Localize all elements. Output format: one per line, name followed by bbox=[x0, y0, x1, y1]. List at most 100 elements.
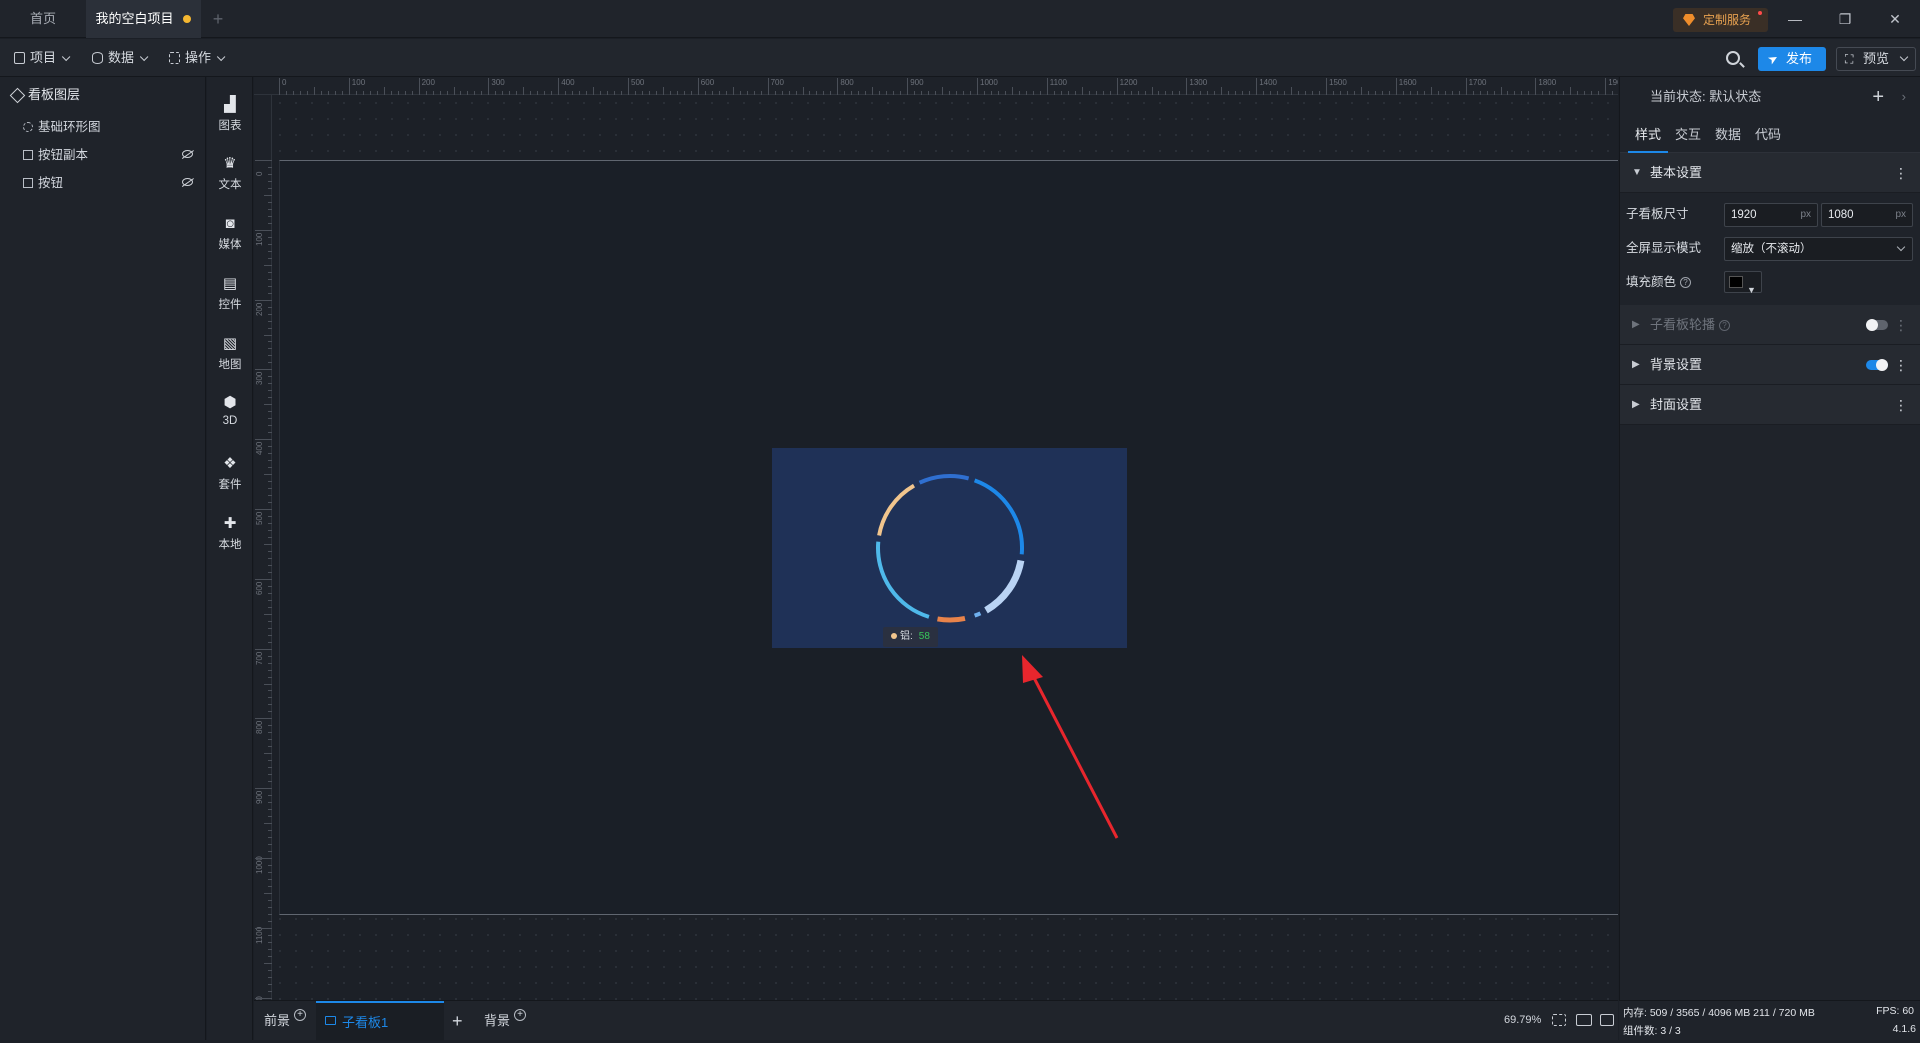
ruler-tick bbox=[1095, 91, 1097, 95]
rail-item-chart[interactable]: ▟ 图表 bbox=[207, 85, 253, 135]
ruler-tick bbox=[935, 91, 937, 95]
add-tab-icon[interactable]: + bbox=[208, 0, 228, 38]
rail-item-control[interactable]: ▤ 控件 bbox=[207, 264, 253, 314]
ruler-tick bbox=[268, 522, 272, 524]
background-toggle[interactable] bbox=[1866, 359, 1888, 371]
zoom-level[interactable]: 69.79% bbox=[1504, 1014, 1541, 1026]
carousel-toggle[interactable] bbox=[1866, 319, 1888, 331]
ring-segment[interactable] bbox=[973, 611, 982, 618]
rail-item-text[interactable]: ♛ 文本 bbox=[207, 144, 253, 194]
ruler-tick bbox=[1486, 91, 1488, 95]
ruler-tick bbox=[390, 91, 392, 95]
section-background[interactable]: ▶ 背景设置 ⋮ bbox=[1620, 345, 1920, 385]
tab-code[interactable]: 代码 bbox=[1748, 117, 1788, 153]
tab-sub-board[interactable]: 子看板1 bbox=[316, 1001, 444, 1041]
ruler-tick bbox=[1291, 87, 1293, 95]
control-icon: ▤ bbox=[222, 275, 238, 292]
add-state-icon[interactable]: + bbox=[1872, 77, 1884, 117]
more-options-icon[interactable]: ⋮ bbox=[1894, 385, 1908, 425]
ruler-tick bbox=[690, 91, 692, 95]
rail-item-3d[interactable]: ⬢ 3D bbox=[207, 383, 253, 433]
section-title: 封面设置 bbox=[1650, 397, 1703, 412]
publish-button[interactable]: 发布 bbox=[1758, 47, 1826, 71]
section-cover[interactable]: ▶ 封面设置 ⋮ bbox=[1620, 385, 1920, 425]
ring-segment[interactable] bbox=[876, 541, 930, 619]
more-options-icon[interactable]: ⋮ bbox=[1894, 345, 1908, 385]
ring-segment[interactable] bbox=[973, 478, 1024, 555]
terminal-icon[interactable] bbox=[1600, 1014, 1614, 1026]
rail-item-map[interactable]: ▧ 地图 bbox=[207, 324, 253, 374]
restore-icon[interactable]: ❐ bbox=[1822, 0, 1868, 38]
fullscreen-label: 全屏显示模式 bbox=[1626, 241, 1702, 255]
tab-foreground[interactable]: 前景 + bbox=[264, 1001, 307, 1041]
close-icon[interactable]: ✕ bbox=[1872, 0, 1918, 38]
chart-tooltip: 铝: 58 bbox=[883, 627, 938, 647]
layer-item-button-copy[interactable]: 按钮副本 bbox=[0, 141, 205, 169]
fps-status: FPS: 60 bbox=[1876, 1005, 1914, 1017]
rail-item-kit[interactable]: ❖ 套件 bbox=[207, 444, 253, 494]
fill-color-picker[interactable]: ▼ bbox=[1724, 271, 1762, 295]
ruler-left[interactable]: 0100200300400500600700800900100011001200 bbox=[254, 95, 272, 1000]
eye-hidden-icon[interactable] bbox=[182, 150, 193, 158]
ruler-tick bbox=[264, 753, 272, 755]
chevron-down-icon[interactable] bbox=[1899, 52, 1909, 62]
menu-data-label: 数据 bbox=[108, 50, 135, 65]
add-board-icon[interactable]: + bbox=[452, 1001, 463, 1041]
tab-interaction[interactable]: 交互 bbox=[1668, 117, 1708, 153]
menu-operation[interactable]: 操作 bbox=[167, 48, 226, 68]
menu-data[interactable]: 数据 bbox=[90, 48, 149, 68]
rail-item-local[interactable]: ✚ 本地 bbox=[207, 504, 253, 554]
ruler-tick bbox=[1102, 91, 1104, 95]
rail-item-media[interactable]: ◙ 媒体 bbox=[207, 204, 253, 254]
ruler-tick bbox=[268, 564, 272, 566]
tab-style[interactable]: 样式 bbox=[1628, 117, 1668, 153]
help-icon[interactable]: ? bbox=[1680, 277, 1692, 289]
add-circle-icon[interactable]: + bbox=[514, 1009, 527, 1021]
eye-hidden-icon[interactable] bbox=[182, 178, 193, 186]
ring-segment[interactable] bbox=[918, 474, 970, 485]
ring-chart-component[interactable] bbox=[772, 448, 1127, 648]
section-carousel[interactable]: ▶ 子看板轮播? ⋮ bbox=[1620, 305, 1920, 345]
ruler-top-label: 1300 bbox=[1189, 78, 1208, 87]
ruler-tick bbox=[439, 91, 441, 95]
section-basic-settings[interactable]: ▼ 基本设置 ⋮ bbox=[1620, 153, 1920, 193]
fullscreen-select[interactable]: 缩放（不滚动） bbox=[1724, 237, 1913, 261]
annotation-arrow bbox=[1022, 655, 1119, 839]
custom-service-button[interactable]: 定制服务 bbox=[1673, 8, 1768, 32]
ring-segment[interactable] bbox=[877, 483, 916, 536]
height-input[interactable]: 1080 px bbox=[1821, 203, 1913, 227]
tab-project[interactable]: 我的空白项目 bbox=[86, 0, 201, 38]
ring-segment[interactable] bbox=[937, 615, 966, 623]
tooltip-name: 铝: bbox=[900, 631, 913, 642]
tab-home[interactable]: 首页 bbox=[0, 0, 86, 38]
preview-button[interactable]: 预览 bbox=[1836, 47, 1916, 71]
ruler-top-label: 1100 bbox=[1049, 78, 1067, 87]
help-icon[interactable]: ? bbox=[1719, 320, 1731, 332]
layer-item-ring-chart[interactable]: 基础环形图 bbox=[0, 113, 205, 141]
more-options-icon[interactable]: ⋮ bbox=[1894, 305, 1908, 345]
layer-item-button[interactable]: 按钮 bbox=[0, 169, 205, 197]
property-tabs: 样式 交互 数据 代码 bbox=[1620, 117, 1920, 153]
width-input[interactable]: 1920 px bbox=[1724, 203, 1818, 227]
menu-project[interactable]: 项目 bbox=[12, 48, 71, 68]
add-circle-icon[interactable]: + bbox=[294, 1009, 307, 1021]
ruler-tick bbox=[516, 91, 518, 95]
ruler-tick bbox=[268, 760, 272, 762]
search-icon[interactable] bbox=[1726, 51, 1740, 65]
fit-screen-icon[interactable] bbox=[1552, 1014, 1566, 1026]
ruler-top-label: 1500 bbox=[1329, 78, 1347, 87]
ruler-tick bbox=[600, 91, 602, 95]
tab-data[interactable]: 数据 bbox=[1708, 117, 1748, 153]
ruler-tick bbox=[268, 844, 272, 846]
tab-background[interactable]: 背景 + bbox=[484, 1001, 527, 1041]
ring-segment[interactable] bbox=[984, 559, 1025, 614]
ruler-top[interactable]: 0 100 200 300 400 500 600 700 800 900 1000 1100 1200… bbox=[254, 77, 1618, 95]
more-options-icon[interactable]: ⋮ bbox=[1894, 153, 1908, 193]
gem-icon bbox=[1683, 14, 1695, 26]
ruler-tick bbox=[907, 78, 909, 95]
minimize-icon[interactable]: — bbox=[1772, 0, 1818, 38]
canvas-area[interactable]: 0 100 200 300 400 500 600 700 800 900 1000 1100 1200… bbox=[254, 77, 1618, 1000]
ruler-tick bbox=[268, 620, 272, 622]
keyboard-icon[interactable] bbox=[1576, 1014, 1592, 1026]
chevron-right-icon[interactable]: › bbox=[1902, 77, 1906, 117]
